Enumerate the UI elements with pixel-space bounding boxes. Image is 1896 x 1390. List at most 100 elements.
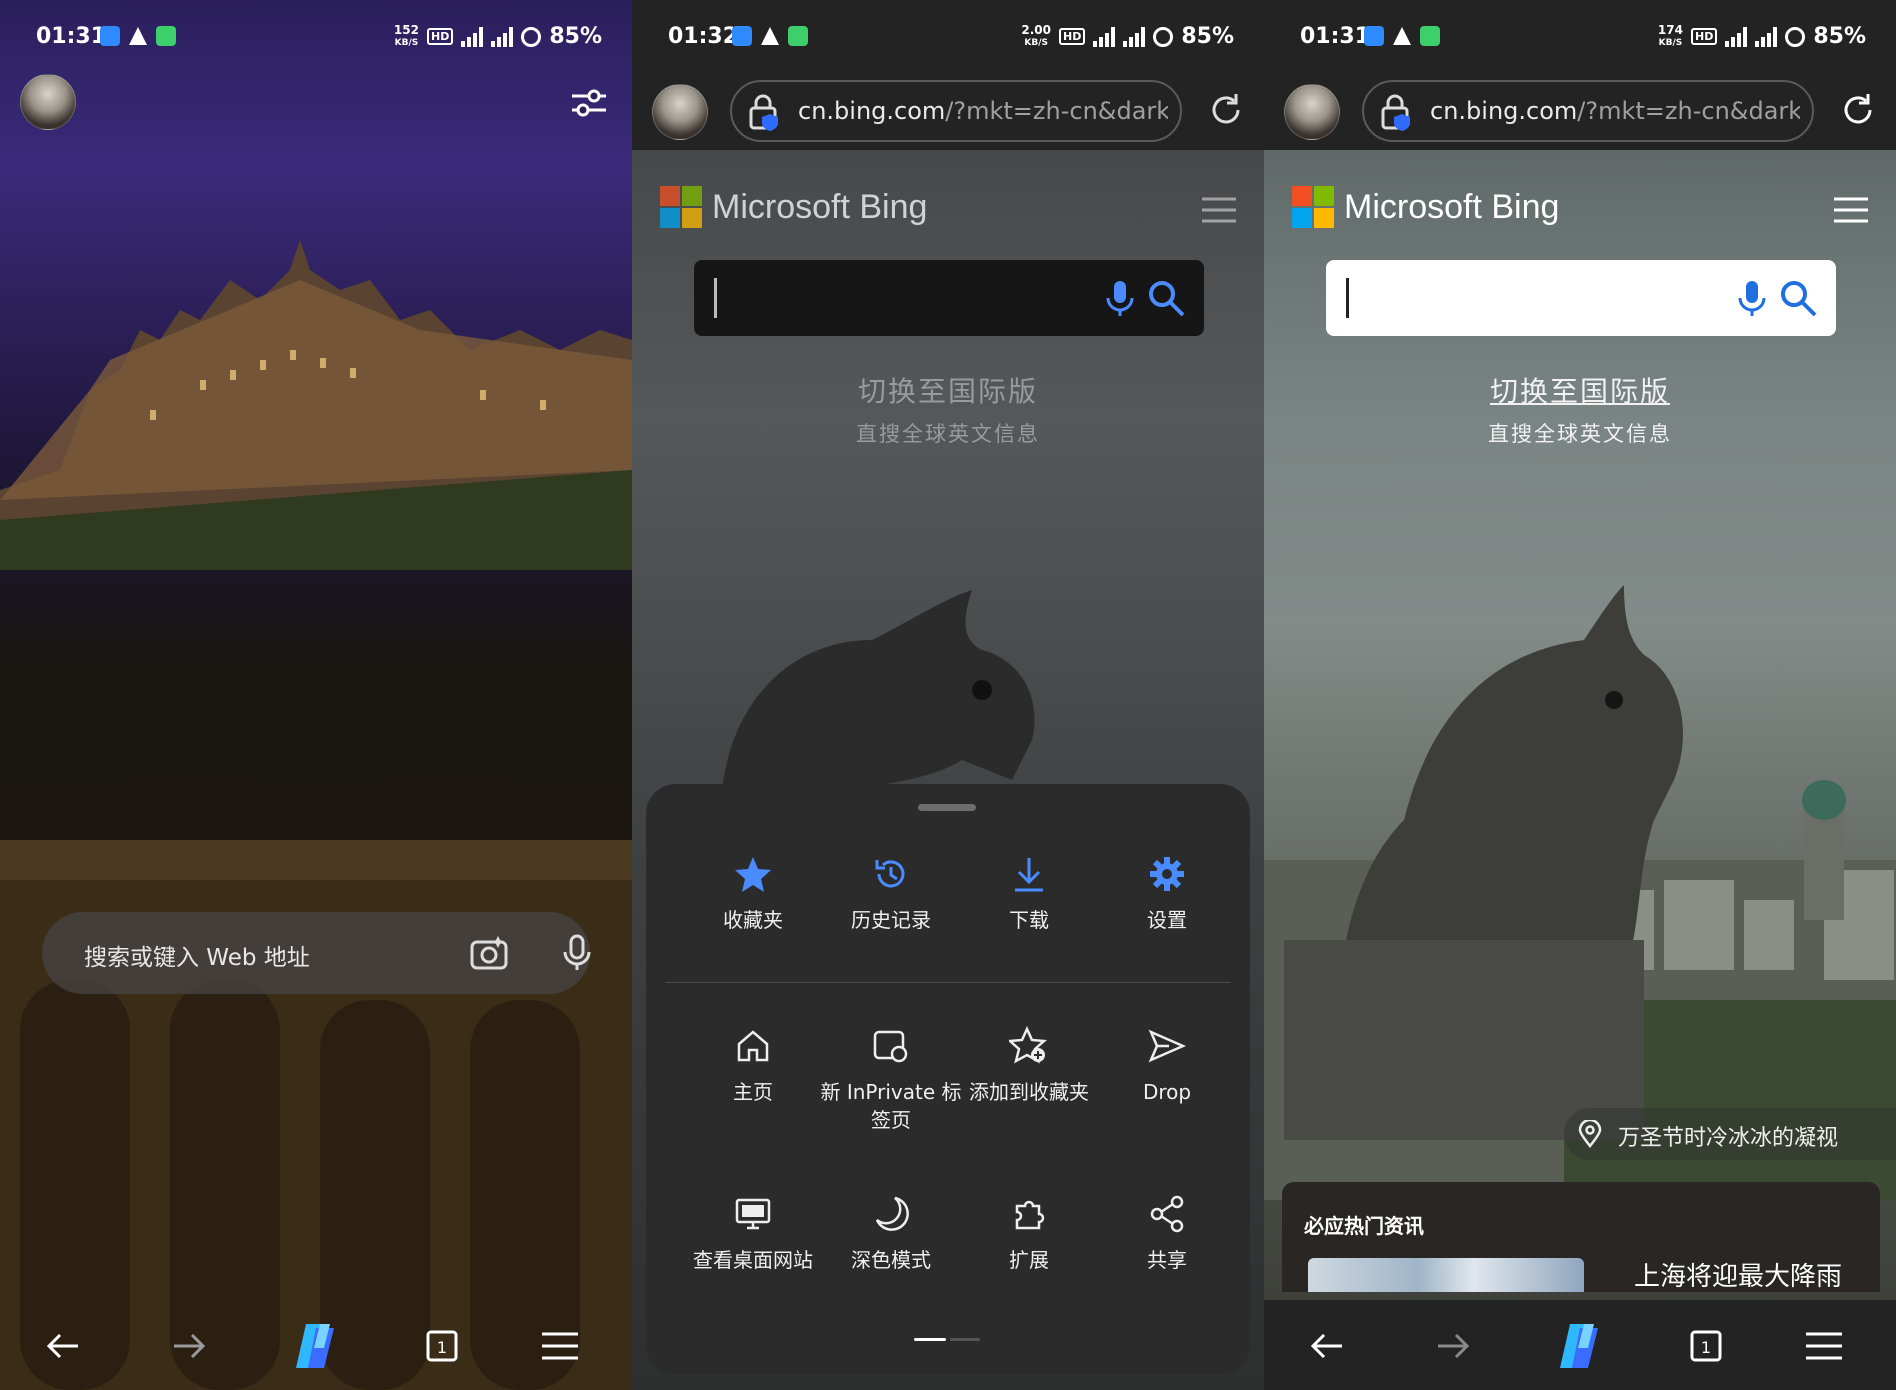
address-bar[interactable]: cn.bing.com/?mkt=zh-cn&darkschemeovr=1	[1362, 80, 1814, 142]
customize-icon[interactable]	[570, 86, 608, 120]
microphone-icon[interactable]	[1734, 278, 1770, 318]
news-thumbnail[interactable]	[1308, 1258, 1584, 1292]
inprivate-icon	[873, 1030, 908, 1063]
back-icon[interactable]	[40, 1322, 88, 1370]
message-notification-icon	[100, 26, 120, 46]
address-search-bar[interactable]: 搜索或键入 Web 地址	[42, 912, 591, 994]
bing-home-panel: 01:31 174 KB/S HD 85% cn.bing.com/?mkt=zh…	[1264, 0, 1896, 1390]
battery-ring-icon	[1153, 26, 1174, 47]
menu-history[interactable]: 历史记录	[816, 854, 966, 934]
tabs-icon[interactable]: 1	[1682, 1322, 1730, 1370]
sheet-drag-handle[interactable]	[918, 804, 976, 811]
bing-logo[interactable]: Microsoft Bing	[660, 186, 927, 228]
image-caption[interactable]: 万圣节时冷冰冰的凝视	[1564, 1108, 1896, 1160]
text-caret	[714, 278, 717, 318]
profile-avatar[interactable]	[1284, 84, 1340, 140]
notification-icons	[100, 26, 176, 46]
international-subtitle: 直搜全球英文信息	[856, 422, 1040, 446]
message-notification-icon	[1364, 26, 1384, 46]
switch-international-link[interactable]: 切换至国际版	[632, 370, 1264, 410]
menu-extensions[interactable]: 扩展	[954, 1194, 1104, 1274]
notification-icons	[732, 26, 808, 46]
forward-icon[interactable]	[164, 1322, 212, 1370]
profile-avatar[interactable]	[652, 84, 708, 140]
menu-icon[interactable]	[1800, 1322, 1848, 1370]
menu-page-indicator	[914, 1338, 980, 1341]
status-right: 174 KB/S HD 85%	[1657, 22, 1866, 50]
menu-favorites[interactable]: 收藏夹	[678, 854, 828, 934]
copilot-icon[interactable]	[1550, 1318, 1608, 1374]
menu-label: 历史记录	[851, 908, 931, 932]
wechat-notification-icon	[788, 26, 808, 46]
add-favorite-icon	[1009, 1026, 1048, 1064]
svg-text:1: 1	[1701, 1338, 1711, 1357]
bing-menu-icon[interactable]	[1832, 196, 1870, 224]
microphone-icon[interactable]	[556, 932, 598, 974]
star-icon	[735, 857, 771, 892]
battery-level: 85%	[549, 24, 602, 49]
menu-downloads[interactable]: 下载	[954, 854, 1104, 934]
menu-settings[interactable]: 设置	[1092, 854, 1242, 934]
menu-label: 共享	[1147, 1248, 1187, 1272]
tabs-icon[interactable]: 1	[418, 1322, 466, 1370]
search-icon[interactable]	[1146, 278, 1186, 318]
menu-home[interactable]: 主页	[678, 1026, 828, 1106]
international-switch[interactable]: 切换至国际版 直搜全球英文信息	[632, 370, 1264, 448]
ruins-illustration	[0, 840, 632, 1390]
warning-icon	[1393, 27, 1411, 45]
puzzle-icon	[1015, 1200, 1045, 1230]
gargoyle-illustration	[722, 590, 1035, 790]
menu-add-favorite[interactable]: 添加到收藏夹	[954, 1026, 1104, 1106]
microsoft-logo-icon	[660, 186, 702, 228]
menu-desktop-site[interactable]: 查看桌面网站	[678, 1194, 828, 1274]
status-time: 01:31	[36, 24, 107, 49]
menu-label: 查看桌面网站	[693, 1248, 813, 1272]
bing-search-box[interactable]	[1326, 260, 1836, 336]
status-right: 152 KB/S HD 85%	[394, 24, 602, 50]
microphone-icon[interactable]	[1102, 278, 1138, 318]
bing-logo[interactable]: Microsoft Bing	[1292, 186, 1559, 228]
status-bar: 01:32 2.00 KB/S HD 85%	[632, 0, 1264, 74]
copilot-icon[interactable]	[286, 1318, 344, 1374]
switch-international-link[interactable]: 切换至国际版	[1264, 370, 1896, 410]
lock-shield-icon[interactable]	[748, 94, 784, 132]
browser-toolbar: cn.bing.com/?mkt=zh-cn&darkschemeovr=1	[1264, 74, 1896, 150]
news-headline[interactable]: 上海将迎最大降雨	[1634, 1256, 1842, 1292]
menu-share[interactable]: 共享	[1092, 1194, 1242, 1274]
status-time: 01:31	[1300, 24, 1371, 49]
bing-menu-icon[interactable]	[1200, 196, 1238, 224]
menu-drop[interactable]: Drop	[1092, 1026, 1242, 1106]
back-icon[interactable]	[1304, 1322, 1352, 1370]
menu-inprivate[interactable]: 新 InPrivate 标签页	[816, 1026, 966, 1134]
wechat-notification-icon	[1420, 26, 1440, 46]
message-notification-icon	[732, 26, 752, 46]
menu-label: 设置	[1147, 908, 1187, 932]
lock-shield-icon[interactable]	[1380, 94, 1416, 132]
forward-icon[interactable]	[1428, 1322, 1476, 1370]
menu-label: Drop	[1142, 1080, 1192, 1104]
menu-divider	[666, 982, 1230, 983]
reload-icon[interactable]	[1206, 90, 1246, 130]
brand-name: Microsoft Bing	[712, 187, 928, 226]
signal-5g-icon-2	[1755, 26, 1778, 47]
menu-label: 收藏夹	[723, 908, 783, 932]
home-icon	[737, 1030, 769, 1062]
svg-text:1: 1	[437, 1338, 447, 1357]
menu-label: 深色模式	[851, 1248, 931, 1272]
address-bar[interactable]: cn.bing.com/?mkt=zh-cn&darkschemeovr=1	[730, 80, 1182, 142]
bing-search-box[interactable]	[694, 260, 1204, 336]
visual-search-camera-icon[interactable]	[468, 932, 510, 974]
battery-ring-icon	[521, 26, 542, 47]
profile-avatar[interactable]	[20, 74, 76, 130]
trending-news-card[interactable]: 必应热门资讯 上海将迎最大降雨	[1282, 1182, 1880, 1292]
browser-toolbar: cn.bing.com/?mkt=zh-cn&darkschemeovr=1	[632, 74, 1264, 150]
bing-menu-panel: 01:32 2.00 KB/S HD 85% cn.bing.com/?mkt=z…	[632, 0, 1264, 1390]
network-speed: 2.00 KB/S	[1021, 22, 1051, 48]
send-icon	[1148, 1029, 1187, 1063]
international-switch[interactable]: 切换至国际版 直搜全球英文信息	[1264, 370, 1896, 448]
menu-icon[interactable]	[536, 1322, 584, 1370]
network-speed: 174 KB/S	[1657, 22, 1683, 48]
search-icon[interactable]	[1778, 278, 1818, 318]
menu-dark-mode[interactable]: 深色模式	[816, 1194, 966, 1274]
reload-icon[interactable]	[1838, 90, 1878, 130]
